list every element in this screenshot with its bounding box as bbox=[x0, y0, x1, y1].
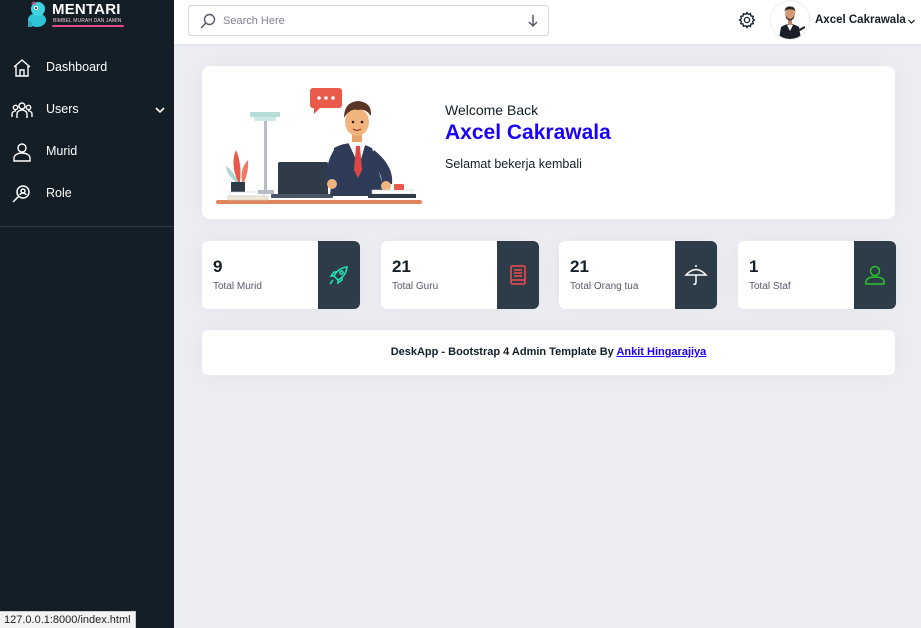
stat-value: 21 bbox=[392, 257, 411, 276]
stat-label: Total Orang tua bbox=[570, 281, 639, 292]
brand-tagline: BIMBEL MURAH DAN JAMIN bbox=[53, 18, 122, 24]
rocket-icon bbox=[329, 266, 348, 285]
welcome-card: Welcome Back Axcel Cakrawala Selamat bek… bbox=[202, 66, 895, 219]
book-icon bbox=[510, 265, 526, 285]
stat-icon-box bbox=[497, 241, 539, 309]
sidebar-menu: Dashboard Users Murid Role bbox=[0, 48, 174, 216]
chevron-down-icon[interactable] bbox=[907, 17, 916, 26]
footer: DeskApp - Bootstrap 4 Admin Template By … bbox=[202, 330, 895, 375]
sidebar-item-label: Users bbox=[46, 102, 79, 116]
brand-underline bbox=[52, 25, 124, 27]
sidebar-item-label: Dashboard bbox=[46, 60, 108, 74]
chevron-down-icon bbox=[155, 107, 165, 114]
user-icon bbox=[865, 265, 885, 285]
user-photo-icon bbox=[771, 1, 809, 39]
stat-label: Total Guru bbox=[392, 281, 439, 292]
stat-label: Total Murid bbox=[213, 281, 262, 292]
sidebar-item-label: Murid bbox=[46, 144, 78, 158]
sidebar: MENTARI BIMBEL MURAH DAN JAMIN Dashboard… bbox=[0, 0, 174, 628]
stat-card-murid: 9 Total Murid bbox=[202, 241, 360, 309]
stat-value: 21 bbox=[570, 257, 589, 276]
gear-icon[interactable] bbox=[738, 11, 756, 29]
key-search-icon bbox=[12, 185, 30, 203]
sidebar-item-users[interactable]: Users bbox=[0, 90, 174, 132]
sidebar-item-label: Role bbox=[46, 186, 72, 200]
stat-label: Total Staf bbox=[749, 281, 791, 292]
stat-icon-box bbox=[854, 241, 896, 309]
welcome-subtitle: Selamat bekerja kembali bbox=[445, 157, 582, 171]
house-icon bbox=[13, 59, 31, 77]
sidebar-divider bbox=[0, 226, 174, 227]
stat-card-staf: 1 Total Staf bbox=[738, 241, 896, 309]
stat-card-guru: 21 Total Guru bbox=[381, 241, 539, 309]
stat-icon-box bbox=[675, 241, 717, 309]
welcome-user-name: Axcel Cakrawala bbox=[445, 121, 611, 144]
stat-value: 1 bbox=[749, 257, 759, 276]
search-input[interactable] bbox=[223, 12, 503, 30]
top-header: Axcel Cakrawala bbox=[174, 0, 921, 44]
sidebar-item-role[interactable]: Role bbox=[0, 174, 174, 216]
footer-author-link[interactable]: Ankit Hingarajiya bbox=[616, 346, 706, 358]
businessman-illustration bbox=[216, 88, 422, 204]
stat-value: 9 bbox=[213, 257, 223, 276]
brand-logo[interactable]: MENTARI BIMBEL MURAH DAN JAMIN bbox=[0, 0, 174, 40]
users-group-icon bbox=[11, 102, 33, 118]
brand-name: MENTARI bbox=[52, 1, 121, 18]
sidebar-item-dashboard[interactable]: Dashboard bbox=[0, 48, 174, 90]
umbrella-icon bbox=[684, 265, 708, 285]
stat-icon-box bbox=[318, 241, 360, 309]
mascot-logo-icon bbox=[28, 1, 46, 27]
arrow-down-icon[interactable] bbox=[526, 13, 540, 29]
footer-text: DeskApp - Bootstrap 4 Admin Template By bbox=[390, 346, 617, 358]
search-box[interactable] bbox=[188, 5, 549, 36]
user-name[interactable]: Axcel Cakrawala bbox=[815, 14, 906, 26]
avatar[interactable] bbox=[771, 1, 809, 39]
search-icon bbox=[200, 13, 216, 29]
person-icon bbox=[13, 143, 31, 162]
status-url-tooltip: 127.0.0.1:8000/index.html bbox=[0, 611, 136, 628]
stat-card-orang-tua: 21 Total Orang tua bbox=[559, 241, 717, 309]
welcome-greeting: Welcome Back bbox=[445, 102, 539, 118]
sidebar-item-murid[interactable]: Murid bbox=[0, 132, 174, 174]
